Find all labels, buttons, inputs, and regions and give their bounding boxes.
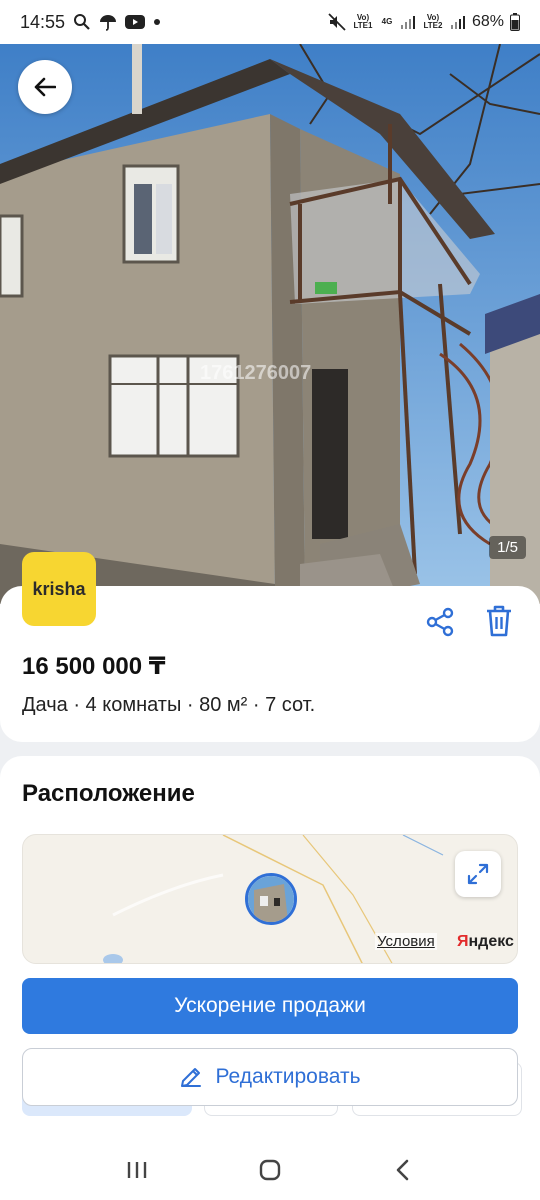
pencil-icon xyxy=(181,1068,202,1087)
listing-price: 16 500 000 ₸ xyxy=(22,653,166,680)
status-time: 14:55 xyxy=(20,11,66,32)
photo-counter: 1/5 xyxy=(489,536,526,559)
map-terms-link[interactable]: Условия xyxy=(375,933,437,950)
location-title: Расположение xyxy=(22,780,195,807)
recent-apps-button[interactable] xyxy=(117,1150,157,1190)
location-map[interactable]: Условия Яндекс xyxy=(22,834,518,964)
map-brand-rest: ндекс xyxy=(468,933,514,950)
status-bar: 14:55 Vo) LTE1 4G Vo) LTE2 68% xyxy=(0,0,540,44)
map-brand-logo: Яндекс xyxy=(457,933,514,951)
signal-2-icon xyxy=(450,14,466,30)
battery-icon xyxy=(510,13,520,31)
share-button[interactable] xyxy=(424,606,456,638)
listing-details: Дача · 4 комнаты · 80 м² · 7 сот. xyxy=(22,694,316,716)
delete-button[interactable] xyxy=(484,604,514,638)
map-expand-button[interactable] xyxy=(455,851,501,897)
recent-apps-icon xyxy=(127,1162,146,1178)
expand-icon xyxy=(467,863,489,885)
mute-icon xyxy=(328,13,346,31)
sim1-label: Vo) LTE1 xyxy=(353,13,373,30)
chevron-left-icon xyxy=(397,1159,409,1181)
system-nav-bar xyxy=(0,1140,540,1200)
photo-watermark: 1761276007 xyxy=(200,362,312,384)
home-button[interactable] xyxy=(250,1150,290,1190)
back-button[interactable] xyxy=(18,60,72,114)
home-icon xyxy=(259,1159,281,1181)
notification-dot-icon xyxy=(153,18,161,26)
signal-1-icon xyxy=(400,14,416,30)
edit-button[interactable]: Редактировать xyxy=(22,1048,518,1106)
map-brand-first-letter: Я xyxy=(457,933,469,950)
listing-photo[interactable]: 1761276007 xyxy=(0,44,540,604)
sim2-label: Vo) LTE2 xyxy=(423,13,443,30)
umbrella-icon xyxy=(99,13,117,31)
trash-icon xyxy=(487,605,511,637)
share-icon xyxy=(426,607,454,637)
map-location-pin[interactable] xyxy=(245,873,297,925)
arrow-left-icon xyxy=(34,77,56,97)
battery-percent: 68% xyxy=(471,13,504,30)
network-type-label: 4G xyxy=(381,17,393,26)
edit-button-label: Редактировать xyxy=(215,1065,361,1088)
search-icon xyxy=(73,13,91,31)
boost-sale-button[interactable]: Ускорение продажи xyxy=(22,978,518,1034)
system-back-button[interactable] xyxy=(383,1150,423,1190)
youtube-icon xyxy=(125,14,146,30)
source-logo: krisha xyxy=(22,552,96,626)
